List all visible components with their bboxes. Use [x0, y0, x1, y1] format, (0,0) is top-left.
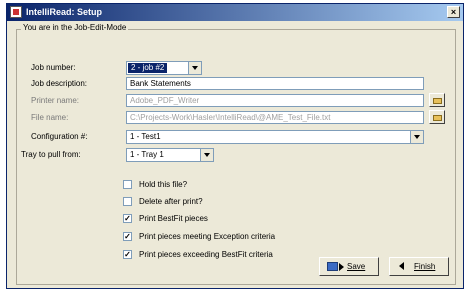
print-exception-label: Print pieces meeting Exception criteria — [139, 232, 276, 241]
hold-file-label: Hold this file? — [139, 180, 188, 189]
tray-value: 1 - Tray 1 — [130, 150, 164, 159]
job-number-select[interactable]: 2 - job #2 — [126, 61, 202, 75]
window-title: IntelliRead: Setup — [26, 7, 103, 17]
delete-after-print-label: Delete after print? — [139, 197, 203, 206]
printer-browse-button[interactable] — [429, 93, 445, 107]
file-name-field[interactable]: C:\Projects-Work\Hasler\IntelliRead\@AME… — [126, 111, 424, 124]
save-button-label: Save — [347, 262, 366, 271]
print-bestfit-checkbox[interactable]: ✓ — [123, 214, 132, 223]
job-number-label: Job number: — [31, 63, 76, 72]
title-bar[interactable]: IntelliRead: Setup × — [7, 4, 463, 21]
job-number-value: 2 - job #2 — [128, 63, 168, 73]
delete-after-print-checkbox[interactable] — [123, 197, 132, 206]
setup-window: IntelliRead: Setup × You are in the Job-… — [6, 3, 464, 289]
print-exceeding-checkbox[interactable]: ✓ — [123, 250, 132, 259]
file-browse-button[interactable] — [429, 110, 445, 124]
chevron-down-icon[interactable] — [200, 149, 213, 161]
job-description-label: Job description: — [31, 79, 88, 88]
save-button[interactable]: Save — [319, 257, 379, 276]
group-label: You are in the Job-Edit-Mode — [21, 23, 129, 32]
tray-select[interactable]: 1 - Tray 1 — [126, 148, 214, 162]
hold-file-checkbox[interactable] — [123, 180, 132, 189]
configuration-value: 1 - Test1 — [130, 132, 161, 141]
left-arrow-icon — [399, 262, 404, 270]
folder-open-icon — [433, 98, 442, 104]
save-arrow-icon — [327, 262, 344, 271]
file-name-label: File name: — [31, 113, 69, 122]
chevron-down-icon[interactable] — [410, 131, 423, 143]
configuration-select[interactable]: 1 - Test1 — [126, 130, 424, 144]
finish-button[interactable]: Finish — [389, 257, 449, 276]
job-edit-group: You are in the Job-Edit-Mode Job number:… — [16, 23, 456, 285]
chevron-down-icon[interactable] — [188, 62, 201, 74]
print-exception-checkbox[interactable]: ✓ — [123, 232, 132, 241]
job-description-field[interactable]: Bank Statements — [126, 77, 424, 90]
printer-name-label: Printer name: — [31, 96, 80, 105]
printer-name-field[interactable]: Adobe_PDF_Writer — [126, 94, 424, 107]
configuration-label: Configuration #: — [31, 132, 88, 141]
print-bestfit-label: Print BestFit pieces — [139, 214, 208, 223]
app-icon — [10, 6, 22, 18]
tray-label: Tray to pull from: — [21, 150, 81, 159]
finish-button-label: Finish — [414, 262, 436, 271]
close-button[interactable]: × — [447, 6, 460, 18]
print-exceeding-label: Print pieces exceeding BestFit criteria — [139, 250, 273, 259]
folder-open-icon — [433, 115, 442, 121]
